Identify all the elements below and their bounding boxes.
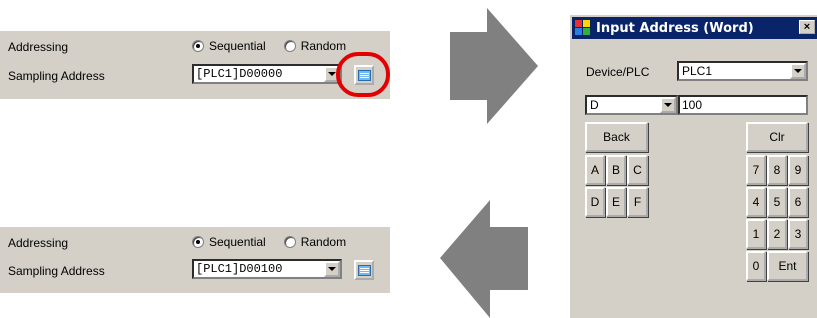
key-4[interactable]: 4 — [746, 187, 766, 217]
dialog-title: Input Address (Word) — [596, 20, 754, 36]
key-6[interactable]: 6 — [788, 187, 808, 217]
chevron-down-icon — [794, 69, 802, 73]
sampling-address-label: Sampling Address — [8, 264, 105, 278]
app-icon — [575, 20, 591, 36]
keypad-icon — [357, 264, 371, 276]
addressing-radio-group: Sequential Random — [192, 235, 358, 249]
key-8[interactable]: 8 — [767, 155, 787, 185]
device-type-select[interactable]: D — [585, 95, 678, 115]
addressing-radio-group: Sequential Random — [192, 39, 358, 53]
settings-panel-before: Addressing Sequential Random Sampling Ad… — [0, 31, 390, 99]
radio-random-circle[interactable] — [283, 236, 296, 248]
input-address-dialog: Input Address (Word) × Device/PLC PLC1 D… — [568, 13, 817, 318]
sampling-address-value: [PLC1]D00100 — [196, 262, 283, 276]
device-dropdown-button[interactable] — [790, 63, 806, 79]
highlight-circle — [336, 52, 390, 97]
arrow-right-icon — [450, 8, 538, 124]
radio-random-label: Random — [300, 235, 347, 249]
key-b[interactable]: B — [606, 155, 626, 185]
settings-panel-after: Addressing Sequential Random Sampling Ad… — [0, 227, 390, 293]
radio-sequential[interactable]: Sequential — [192, 39, 266, 53]
device-type-dropdown-button[interactable] — [660, 97, 676, 113]
key-9[interactable]: 9 — [788, 155, 808, 185]
sampling-address-combo[interactable]: [PLC1]D00000 — [192, 64, 342, 84]
key-c[interactable]: C — [627, 155, 648, 185]
addressing-label: Addressing — [8, 40, 69, 54]
key-2[interactable]: 2 — [767, 219, 787, 249]
arrow-left-icon — [440, 200, 528, 318]
device-plc-select[interactable]: PLC1 — [677, 61, 808, 81]
device-plc-label: Device/PLC — [586, 65, 650, 79]
radio-sequential-circle[interactable] — [192, 236, 204, 248]
chevron-down-icon — [664, 103, 672, 107]
radio-sequential-label: Sequential — [209, 39, 266, 53]
enter-key[interactable]: Ent — [767, 251, 808, 281]
radio-sequential[interactable]: Sequential — [192, 235, 266, 249]
sampling-address-value: [PLC1]D00000 — [196, 67, 283, 81]
clear-key[interactable]: Clr — [746, 122, 808, 152]
radio-sequential-label: Sequential — [209, 235, 266, 249]
key-5[interactable]: 5 — [767, 187, 787, 217]
device-type-value: D — [590, 98, 599, 112]
key-7[interactable]: 7 — [746, 155, 766, 185]
key-1[interactable]: 1 — [746, 219, 766, 249]
device-plc-value: PLC1 — [682, 64, 713, 78]
input-keypad-button[interactable] — [354, 260, 374, 280]
key-f[interactable]: F — [627, 187, 648, 217]
dialog-titlebar[interactable]: Input Address (Word) × — [572, 17, 817, 39]
key-3[interactable]: 3 — [788, 219, 808, 249]
addressing-label: Addressing — [8, 236, 69, 250]
radio-random-circle[interactable] — [283, 40, 296, 52]
address-input[interactable]: 100 — [678, 95, 808, 115]
key-e[interactable]: E — [606, 187, 626, 217]
chevron-down-icon — [328, 72, 336, 76]
radio-random[interactable]: Random — [283, 235, 347, 249]
radio-random[interactable]: Random — [283, 39, 347, 53]
sampling-address-label: Sampling Address — [8, 69, 105, 83]
key-d[interactable]: D — [585, 187, 605, 217]
chevron-down-icon — [328, 267, 336, 271]
radio-sequential-circle[interactable] — [192, 40, 204, 52]
combo-dropdown-button[interactable] — [324, 261, 340, 277]
close-icon: × — [803, 20, 811, 33]
address-input-value: 100 — [682, 98, 703, 112]
radio-random-label: Random — [300, 39, 347, 53]
back-key[interactable]: Back — [585, 122, 648, 152]
key-a[interactable]: A — [585, 155, 605, 185]
key-0[interactable]: 0 — [746, 251, 766, 281]
close-button[interactable]: × — [799, 20, 815, 34]
sampling-address-combo[interactable]: [PLC1]D00100 — [192, 259, 342, 279]
